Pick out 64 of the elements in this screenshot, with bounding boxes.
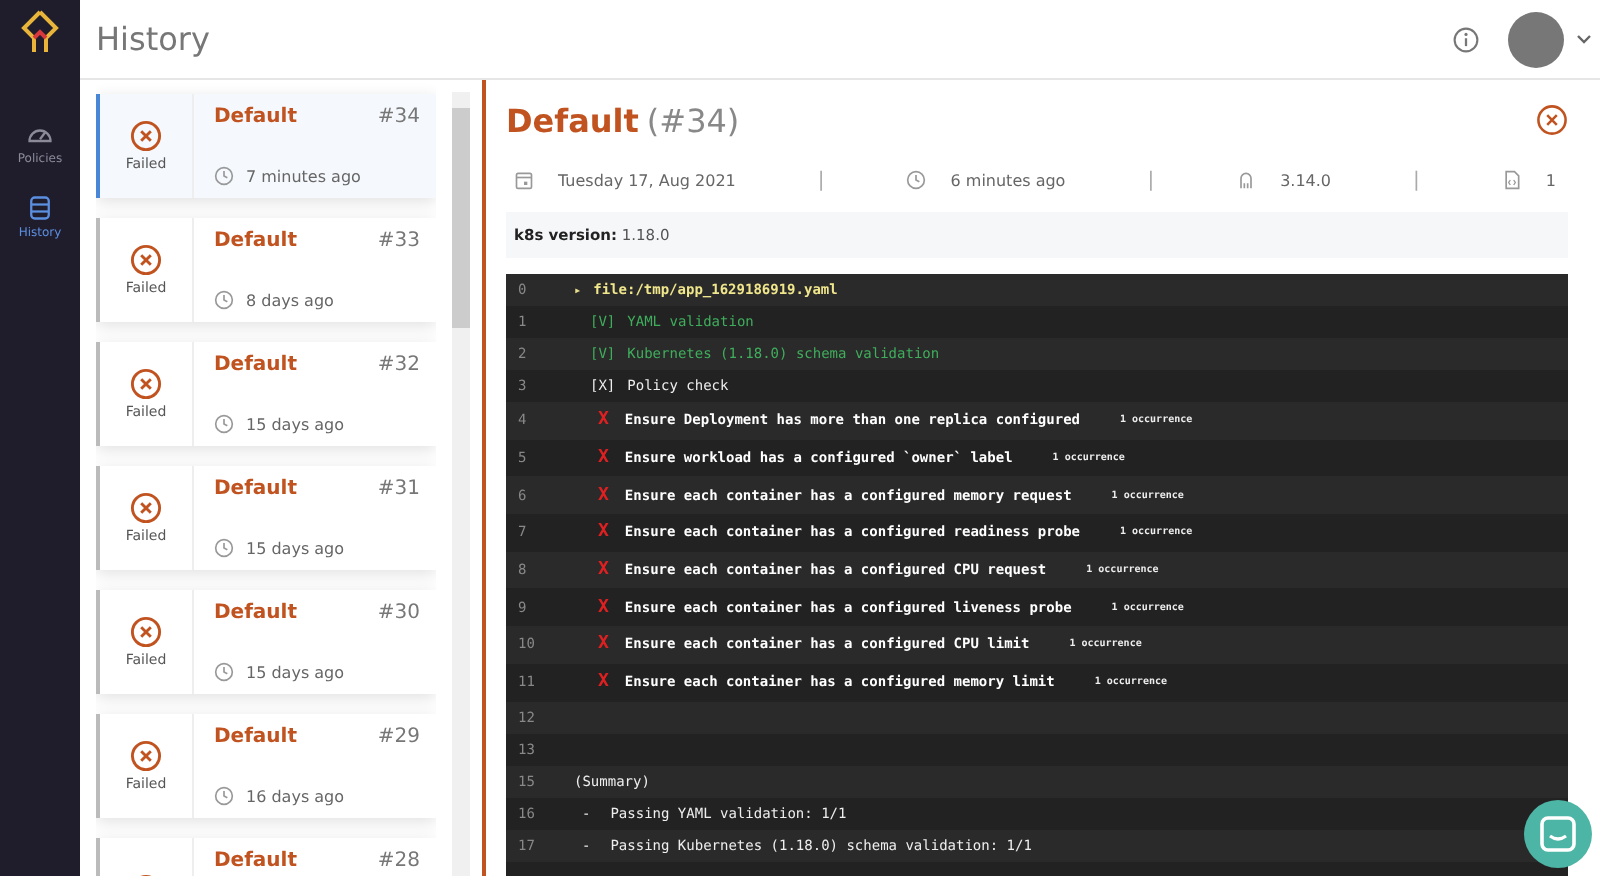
fail-mark: X	[598, 448, 609, 469]
fail-mark: X	[598, 597, 609, 618]
clock-icon	[214, 538, 234, 558]
failed-icon	[130, 616, 162, 648]
database-icon	[25, 194, 54, 222]
run-time: 7 minutes ago	[246, 167, 361, 185]
separator: |	[1147, 169, 1155, 191]
caret-icon[interactable]	[1576, 34, 1592, 44]
fail-mark: X	[598, 485, 609, 506]
meta-value: 3.14.0	[1280, 171, 1332, 189]
failed-icon	[130, 368, 162, 400]
chat-button[interactable]	[1524, 800, 1592, 868]
fail-mark: X	[598, 634, 609, 655]
tag-icon	[1236, 170, 1257, 190]
clock-icon	[214, 662, 234, 682]
failed-icon	[130, 244, 162, 276]
separator: |	[817, 169, 825, 191]
close-icon[interactable]	[1536, 104, 1568, 136]
run-number: #29	[377, 726, 420, 748]
page-title: History	[96, 20, 210, 58]
fail-mark: X	[598, 522, 609, 543]
clock-icon	[214, 166, 234, 186]
run-number: #31	[377, 478, 420, 500]
separator: |	[1413, 169, 1420, 191]
meta-value: 6 minutes ago	[950, 171, 1066, 189]
run-time: 15 days ago	[246, 663, 345, 681]
avatar[interactable]	[1508, 11, 1564, 67]
run-number: (#34)	[646, 101, 740, 139]
run-number: #28	[377, 850, 420, 872]
run-time: 15 days ago	[246, 415, 345, 433]
meta-value: 1	[1545, 171, 1556, 189]
clock-icon	[214, 414, 234, 434]
run-name: Default	[214, 602, 298, 624]
info-icon[interactable]	[1452, 25, 1480, 53]
run-number: #34	[377, 106, 420, 128]
run-name: Default	[214, 850, 298, 872]
failed-icon	[130, 120, 162, 152]
run-number: #33	[377, 230, 420, 252]
run-number: #30	[377, 602, 420, 624]
fail-mark: X	[598, 560, 609, 581]
detail-title: Default	[506, 101, 639, 139]
run-number: #32	[377, 354, 420, 376]
run-name: Default	[214, 230, 298, 252]
run-name: Default	[214, 478, 298, 500]
run-time: 15 days ago	[246, 539, 345, 557]
clock-icon	[214, 786, 234, 806]
logo-icon[interactable]	[16, 8, 64, 56]
run-name: Default	[214, 354, 298, 376]
fail-mark: X	[598, 672, 609, 693]
run-time: 8 days ago	[246, 291, 334, 309]
meta-value: Tuesday 17, Aug 2021	[558, 171, 736, 189]
clock-icon	[906, 170, 927, 190]
history-card[interactable]: Default #28	[96, 838, 436, 876]
failed-icon	[130, 740, 162, 772]
chat-icon	[1538, 814, 1578, 854]
scrollbar[interactable]	[452, 92, 470, 876]
failed-icon	[130, 492, 162, 524]
run-name: Default	[214, 726, 298, 748]
run-time: 16 days ago	[246, 787, 345, 805]
calendar-icon	[514, 170, 534, 190]
run-name: Default	[214, 106, 298, 128]
file-icon	[1501, 170, 1522, 190]
clock-icon	[214, 290, 234, 310]
fail-mark: X	[598, 410, 609, 431]
